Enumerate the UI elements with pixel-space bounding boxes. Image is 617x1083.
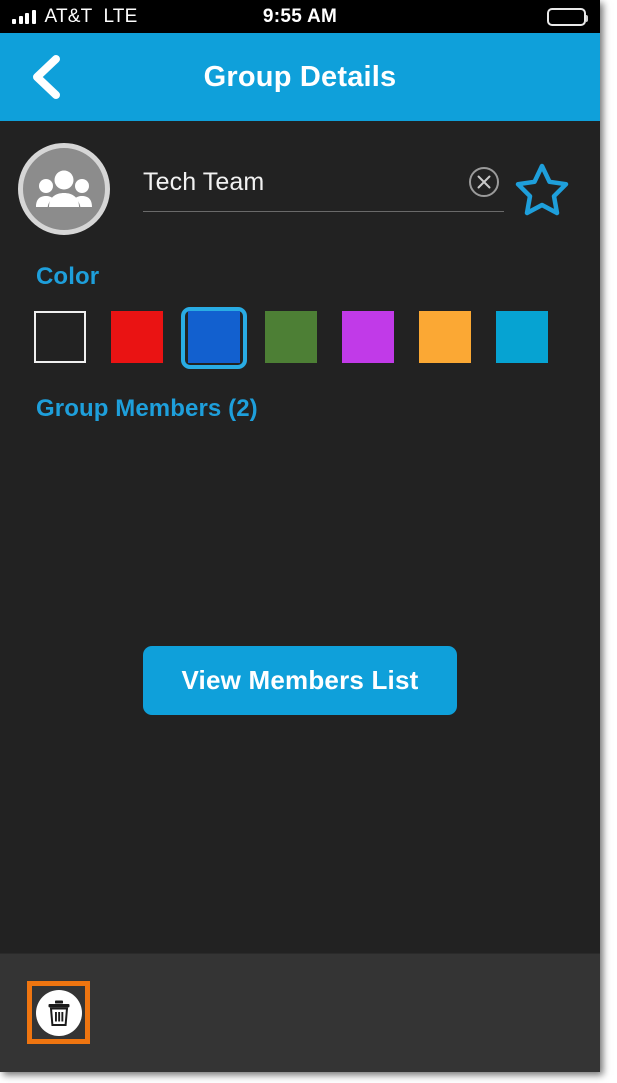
nav-bar: Group Details: [0, 33, 600, 121]
swatch-chip-red: [111, 311, 163, 363]
group-name-row: [0, 121, 600, 235]
group-name-field-wrapper: [143, 166, 504, 212]
swatch-chip-blue: [188, 311, 240, 363]
clear-circle-x-icon[interactable]: [468, 166, 500, 198]
swatch-chip-none: [34, 311, 86, 363]
swatch-chip-green: [265, 311, 317, 363]
color-swatch-row: [0, 291, 600, 369]
battery-full-icon: [547, 7, 588, 26]
status-bar: AT&T LTE 9:55 AM: [0, 0, 600, 33]
view-members-area: View Members List: [0, 646, 600, 715]
chevron-left-icon: [28, 53, 62, 101]
star-outline-icon: [514, 162, 570, 216]
color-swatch-magenta[interactable]: [342, 306, 419, 368]
group-people-icon: [36, 168, 92, 210]
group-members-label: Group Members (2): [36, 395, 258, 422]
group-name-input[interactable]: [143, 167, 468, 197]
bottom-toolbar: [0, 953, 600, 1072]
color-swatch-none[interactable]: [34, 306, 111, 368]
color-swatch-cyan[interactable]: [496, 306, 573, 368]
delete-group-button[interactable]: [35, 989, 82, 1036]
status-bar-right: [547, 7, 588, 26]
page-title: Group Details: [203, 60, 397, 93]
delete-button-highlight: [27, 981, 90, 1044]
color-swatch-green[interactable]: [265, 306, 342, 368]
back-button[interactable]: [22, 53, 68, 101]
swatch-chip-magenta: [342, 311, 394, 363]
swatch-chip-orange: [419, 311, 471, 363]
color-swatch-red[interactable]: [111, 306, 188, 368]
status-bar-clock: 9:55 AM: [262, 5, 338, 27]
color-swatch-blue[interactable]: [181, 306, 265, 369]
color-section-label: Color: [36, 263, 100, 290]
favorite-star-button[interactable]: [514, 161, 570, 217]
color-swatch-orange[interactable]: [419, 306, 496, 368]
main-content: Color Group Me: [0, 121, 600, 953]
phone-screen: AT&T LTE 9:55 AM Group Details Tech Team…: [0, 0, 600, 1072]
trash-can-icon: [46, 999, 72, 1027]
view-members-list-button[interactable]: View Members List: [143, 646, 457, 715]
swatch-chip-cyan: [496, 311, 548, 363]
avatar[interactable]: [18, 143, 110, 235]
